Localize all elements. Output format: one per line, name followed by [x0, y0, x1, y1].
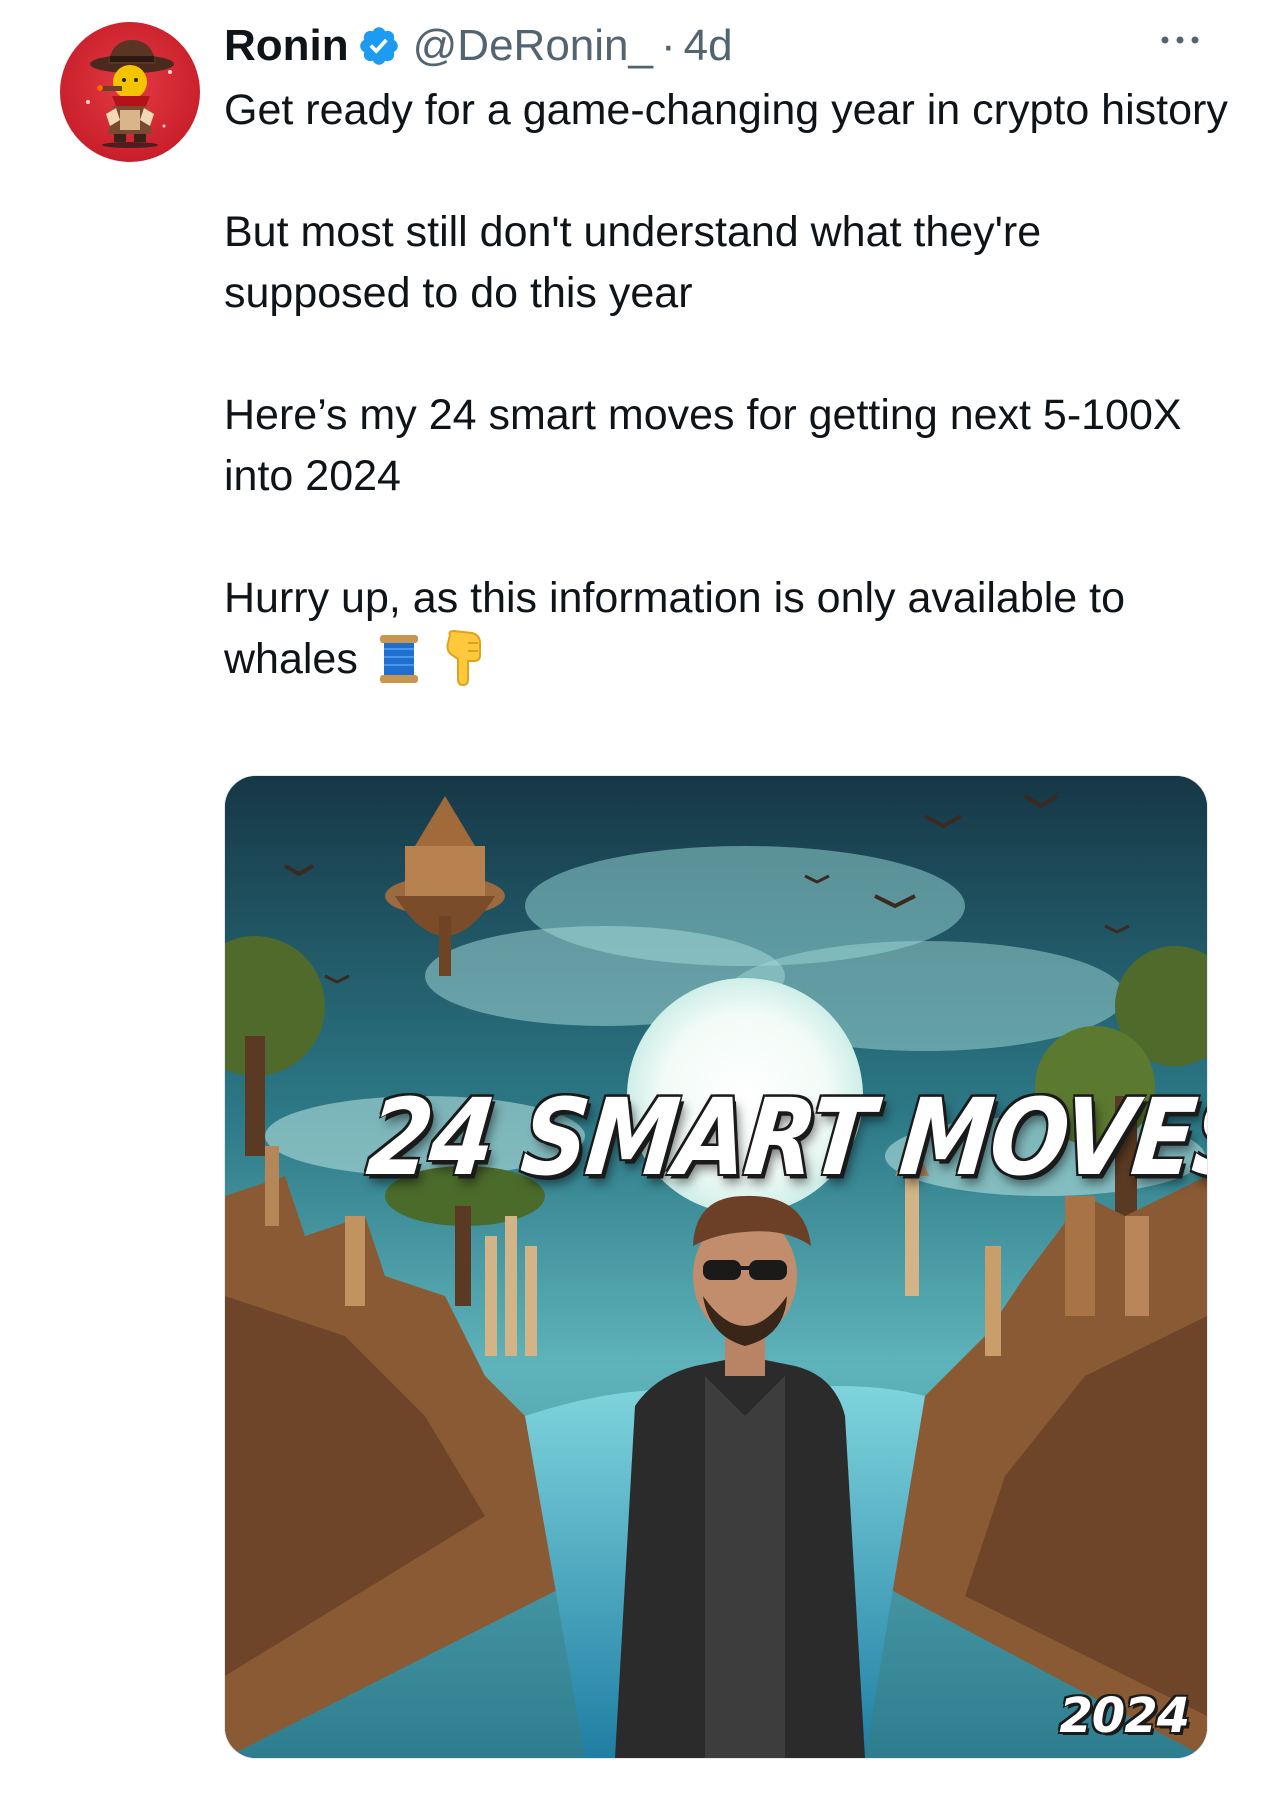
fantasy-city-illustration — [225, 776, 1207, 1758]
separator-dot: · — [661, 21, 676, 70]
tweet-text: Get ready for a game-changing year in cr… — [224, 80, 1234, 690]
tweet-header: Ronin @DeRonin_ · 4d — [224, 16, 733, 76]
tweet-media-image[interactable]: 24 SMART MOVES 2024 — [224, 775, 1208, 1759]
tweet-paragraph: Get ready for a game-changing year in cr… — [224, 86, 1228, 134]
tweet-paragraph: Hurry up, as this information is only av… — [224, 574, 1126, 683]
avatar-character-icon — [86, 40, 174, 148]
timestamp[interactable]: 4d — [684, 21, 733, 71]
avatar[interactable] — [60, 22, 200, 162]
media-headline: 24 SMART MOVES — [362, 1076, 1208, 1200]
tweet-paragraph: Here’s my 24 smart moves for getting nex… — [224, 391, 1182, 500]
verified-badge-icon — [359, 27, 398, 65]
backhand-index-pointing-down-icon — [446, 629, 481, 687]
tweet-paragraph: But most still don't understand what the… — [224, 208, 1042, 317]
author-handle[interactable]: @DeRonin_ — [413, 21, 653, 71]
spool-of-thread-icon — [379, 635, 418, 683]
media-year: 2024 — [1059, 1688, 1190, 1744]
author-name[interactable]: Ronin — [224, 21, 349, 71]
more-options-icon[interactable] — [1158, 30, 1202, 50]
tweet-paragraph-last: Hurry up, as this information is only av… — [224, 568, 1234, 690]
